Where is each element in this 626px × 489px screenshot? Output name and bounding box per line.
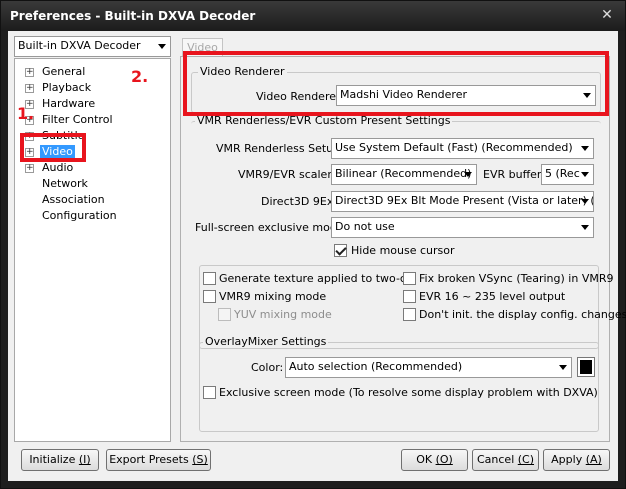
d3d9ex-combo[interactable]: Direct3D 9Ex Blt Mode Present (Vista or … (331, 191, 594, 212)
yuv-mixing-label: YUV mixing mode (234, 308, 332, 321)
apply-button[interactable]: Apply (A) (543, 449, 610, 471)
color-swatch-fill (580, 360, 592, 374)
chevron-down-icon (158, 44, 166, 49)
dont-init-checkbox[interactable] (403, 308, 416, 321)
tree-item-label: Playback (42, 81, 92, 94)
vmr9-mixing-checkbox[interactable] (203, 290, 216, 303)
chevron-down-icon (581, 199, 589, 204)
cancel-button[interactable]: Cancel (C) (472, 449, 539, 471)
profile-combo-value: Built-in DXVA Decoder (18, 39, 141, 52)
evr-level-label: EVR 16 ~ 235 level output (419, 290, 566, 303)
tree-item-label: Network (42, 177, 88, 190)
evr-buffer-combo[interactable]: 5 (Rec (541, 164, 594, 185)
initialize-button-label: Initialize (29, 453, 76, 466)
title-bar: Preferences - Built-in DXVA Decoder ✕ (1, 1, 625, 31)
chevron-down-icon (581, 225, 589, 230)
hide-cursor-label: Hide mouse cursor (351, 244, 455, 257)
cancel-button-key: (C) (517, 453, 535, 466)
preferences-window: Preferences - Built-in DXVA Decoder ✕ Bu… (0, 0, 626, 489)
tree-item-label: Audio (42, 161, 74, 174)
window-title: Preferences - Built-in DXVA Decoder (10, 9, 256, 23)
initialize-button-key: (I) (78, 453, 91, 466)
expand-icon[interactable]: + (25, 68, 34, 77)
fix-vsync-checkbox[interactable] (403, 272, 416, 285)
apply-button-key: (A) (585, 453, 602, 466)
tree-item-label: Filter Control (42, 113, 113, 126)
ok-button-label: OK (416, 453, 433, 466)
vmr-setup-value: Use System Default (Fast) (Recommended) (335, 141, 573, 154)
evr-level-checkbox[interactable] (403, 290, 416, 303)
tree-item-label: Hardware (42, 97, 96, 110)
vmr-setup-combo[interactable]: Use System Default (Fast) (Recommended) (331, 138, 594, 159)
cancel-button-label: Cancel (476, 453, 515, 466)
expand-icon[interactable]: + (25, 84, 34, 93)
overlay-mixer-group-title: OverlayMixer Settings (203, 335, 329, 348)
hide-cursor-checkbox[interactable] (334, 244, 347, 257)
scaler-combo[interactable]: Bilinear (Recommended) (331, 164, 477, 185)
annotation-number-1: 1. (17, 104, 35, 123)
fullscreen-value: Do not use (335, 220, 395, 233)
gen-texture-label: Generate texture applied to two-ch. (219, 272, 417, 285)
color-label: Color: (251, 361, 284, 374)
chevron-down-icon (464, 172, 472, 177)
ok-button-key: (O) (435, 453, 453, 466)
export-button-key: (S) (192, 453, 208, 466)
scaler-label: VMR9/EVR scaler: (238, 168, 336, 181)
color-swatch[interactable] (577, 357, 595, 377)
yuv-mixing-checkbox[interactable] (218, 308, 231, 321)
fix-vsync-label: Fix broken VSync (Tearing) in VMR9 (419, 272, 614, 285)
vmr-setup-label: VMR Renderless Setup: (216, 142, 344, 155)
tree-item-label: Association (42, 193, 105, 206)
annotation-number-2: 2. (131, 67, 149, 86)
chevron-down-icon (581, 172, 589, 177)
overlay-color-combo[interactable]: Auto selection (Recommended) (285, 357, 572, 378)
fullscreen-label: Full-screen exclusive mode: (195, 221, 348, 234)
tree-item-label: Configuration (42, 209, 117, 222)
vmr9-mixing-label: VMR9 mixing mode (219, 290, 327, 303)
scaler-value: Bilinear (Recommended) (335, 167, 472, 180)
evr-buffer-value: 5 (Rec (545, 167, 580, 180)
exclusive-mode-label: Exclusive screen mode (To resolve some d… (219, 386, 598, 399)
d3d9ex-value: Direct3D 9Ex Blt Mode Present (Vista or … (335, 194, 594, 207)
annotation-box-2 (183, 51, 609, 116)
overlay-color-value: Auto selection (Recommended) (289, 360, 463, 373)
exclusive-mode-checkbox[interactable] (203, 386, 216, 399)
apply-button-label: Apply (551, 453, 583, 466)
close-icon[interactable]: ✕ (599, 7, 615, 23)
category-tree: + General + Playback + Hardware + Filter… (14, 58, 171, 442)
ok-button[interactable]: OK (O) (401, 449, 468, 471)
profile-combo[interactable]: Built-in DXVA Decoder (14, 36, 171, 57)
chevron-down-icon (581, 146, 589, 151)
tree-item-label: General (42, 65, 86, 78)
d3d9ex-label: Direct3D 9Ex: (261, 195, 338, 208)
expand-icon[interactable]: + (25, 164, 34, 173)
annotation-box-1 (20, 133, 86, 162)
initialize-button[interactable]: Initialize (I) (21, 449, 99, 471)
evr-buffer-label: EVR buffer: (483, 168, 545, 181)
export-presets-button[interactable]: Export Presets (S) (106, 449, 211, 471)
fullscreen-combo[interactable]: Do not use (331, 217, 594, 238)
dont-init-label: Don't init. the display config. changes (419, 308, 626, 321)
chevron-down-icon (559, 365, 567, 370)
export-button-label: Export Presets (109, 453, 189, 466)
gen-texture-checkbox[interactable] (203, 272, 216, 285)
